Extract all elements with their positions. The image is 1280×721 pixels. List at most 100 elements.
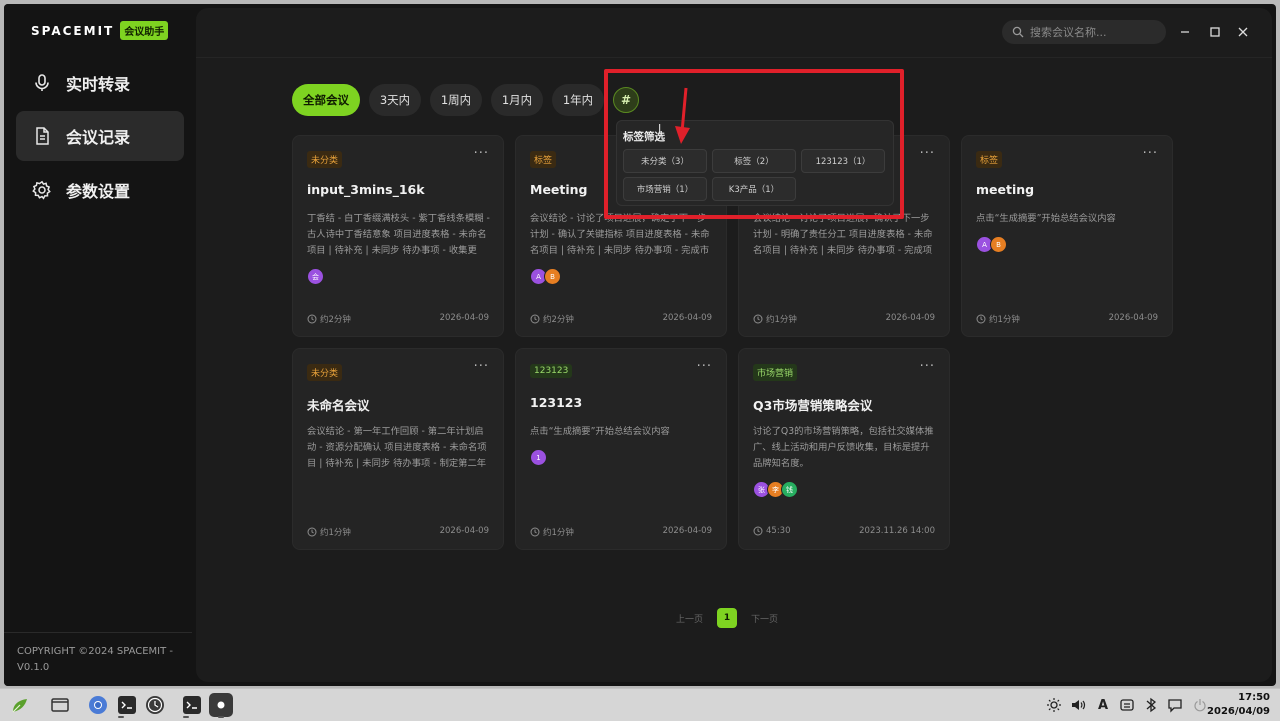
more-options-icon[interactable]: ··· (697, 359, 712, 374)
close-button[interactable] (1235, 24, 1251, 40)
sun-icon (1047, 698, 1061, 712)
filter-3-days[interactable]: 3天内 (369, 84, 421, 116)
clock-icon (753, 526, 763, 536)
card-tag: 标签 (976, 151, 1003, 168)
card-footer: 约1分钟 2026-04-09 (976, 313, 1158, 325)
avatar: B (544, 268, 561, 285)
app-logo: SPACEMIT 会议助手 (31, 21, 169, 40)
meeting-card[interactable]: 标签 ··· meeting 点击“生成摘要”开始总结会议内容 A B 约1分钟… (961, 135, 1173, 337)
meeting-card[interactable]: 未分类 ··· 未命名会议 会议结论 - 第一年工作回顾 - 第二年计划启动 -… (292, 348, 504, 550)
avatar: 1 (530, 449, 547, 466)
participant-avatars: 张 李 钱 (753, 481, 798, 498)
more-options-icon[interactable]: ··· (1143, 146, 1158, 161)
minimize-button[interactable] (1177, 24, 1193, 40)
sidebar-item-meeting-records[interactable]: 会议记录 (16, 111, 184, 161)
clock-icon (307, 314, 317, 324)
clock-app-icon (146, 696, 164, 714)
meeting-card[interactable]: 未分类 ··· input_3mins_16k 丁香结 - 白丁香缀满枝头 - … (292, 135, 504, 337)
next-page-button[interactable]: 下一页 (751, 612, 778, 625)
card-duration: 约2分钟 (543, 315, 574, 325)
document-icon (36, 127, 49, 145)
running-indicator (218, 716, 224, 718)
leaf-logo-icon (12, 699, 27, 713)
search-input[interactable] (1030, 25, 1160, 39)
clock-icon (530, 314, 540, 324)
sidebar-item-live-transcribe[interactable]: 实时转录 (16, 58, 184, 108)
card-duration: 约1分钟 (989, 315, 1020, 325)
meeting-card[interactable]: 123123 ··· 123123 点击“生成摘要”开始总结会议内容 1 约1分… (515, 348, 727, 550)
taskbar-clock-app[interactable] (143, 693, 167, 717)
filter-1-year[interactable]: 1年内 (552, 84, 604, 116)
running-indicator (118, 716, 124, 718)
sidebar-item-label: 实时转录 (66, 75, 131, 94)
sidebar-item-label: 参数设置 (66, 182, 131, 201)
terminal-icon (183, 696, 201, 714)
clipboard-icon[interactable] (1118, 696, 1136, 714)
card-duration: 约1分钟 (543, 528, 574, 538)
filter-all[interactable]: 全部会议 (292, 84, 360, 116)
clock-icon (530, 527, 540, 537)
gear-icon (32, 180, 51, 200)
start-menu-button[interactable] (8, 693, 32, 717)
running-indicator (183, 716, 189, 718)
card-tag: 未分类 (307, 151, 343, 168)
card-tag: 未分类 (307, 364, 343, 381)
prev-page-button[interactable]: 上一页 (676, 612, 703, 625)
card-duration: 45:30 (766, 526, 791, 536)
sidebar-item-settings[interactable]: 参数设置 (16, 165, 184, 215)
participant-avatars: A B (530, 268, 561, 285)
page-1-button[interactable]: 1 (717, 608, 738, 628)
avatar: B (990, 236, 1007, 253)
taskbar-terminal-2[interactable] (180, 693, 204, 717)
clock-time: 17:50 (1238, 692, 1270, 703)
minimize-icon (1181, 31, 1189, 33)
brightness-icon[interactable] (1045, 696, 1063, 714)
card-duration: 约1分钟 (766, 315, 797, 325)
sidebar-item-label: 会议记录 (66, 128, 131, 147)
input-method-icon[interactable]: A (1094, 696, 1112, 714)
card-title: Q3市场营销策略会议 (753, 398, 873, 413)
card-footer: 约2分钟 2026-04-09 (307, 313, 489, 325)
bluetooth-icon[interactable] (1142, 696, 1160, 714)
card-footer: 约1分钟 2026-04-09 (753, 313, 935, 325)
more-options-icon[interactable]: ··· (920, 146, 935, 161)
system-clock[interactable]: 17:50 2026/04/09 (1207, 691, 1270, 719)
keyboard-icon (1120, 699, 1134, 711)
card-summary: 讨论了Q3的市场营销策略，包括社交媒体推广、线上活动和用户反馈收集，目标是提升品… (753, 426, 934, 469)
avatar: 钱 (781, 481, 798, 498)
card-tag: 123123 (530, 364, 573, 378)
participant-avatars: 1 (530, 449, 547, 466)
card-summary: 点击“生成摘要”开始总结会议内容 (976, 213, 1116, 224)
clock-date: 2026/04/09 (1207, 706, 1270, 717)
more-options-icon[interactable]: ··· (920, 359, 935, 374)
card-footer: 45:30 2023.11.26 14:00 (753, 526, 935, 536)
chromium-icon (89, 696, 107, 714)
maximize-button[interactable] (1207, 24, 1223, 40)
maximize-icon (1210, 27, 1220, 37)
card-date: 2026-04-09 (662, 313, 712, 323)
taskbar-browser[interactable] (86, 693, 110, 717)
card-duration: 约1分钟 (320, 528, 351, 538)
title-bar (196, 8, 1272, 58)
date-filter-bar: 全部会议 3天内 1周内 1月内 1年内 # (292, 84, 648, 116)
more-options-icon[interactable]: ··· (474, 359, 489, 374)
card-date: 2026-04-09 (1108, 313, 1158, 323)
taskbar-meeting-assistant[interactable] (209, 693, 233, 717)
meeting-card[interactable]: 市场营销 ··· Q3市场营销策略会议 讨论了Q3的市场营销策略，包括社交媒体推… (738, 348, 950, 550)
card-date: 2026-04-09 (662, 526, 712, 536)
more-options-icon[interactable]: ··· (474, 146, 489, 161)
search-icon (1012, 26, 1024, 38)
taskbar-terminal[interactable] (115, 693, 139, 717)
filter-1-month[interactable]: 1月内 (491, 84, 543, 116)
clock-icon (976, 314, 986, 324)
window-switcher-button[interactable] (48, 693, 72, 717)
volume-icon[interactable] (1069, 696, 1087, 714)
card-duration: 约2分钟 (320, 315, 351, 325)
pagination: 上一页 1 下一页 (676, 608, 778, 628)
filter-1-week[interactable]: 1周内 (430, 84, 482, 116)
notifications-icon[interactable] (1166, 696, 1184, 714)
search-box[interactable] (1002, 20, 1166, 44)
power-symbol-icon (1194, 699, 1206, 712)
participant-avatars: 会 (307, 268, 324, 285)
window-icon (51, 698, 69, 712)
